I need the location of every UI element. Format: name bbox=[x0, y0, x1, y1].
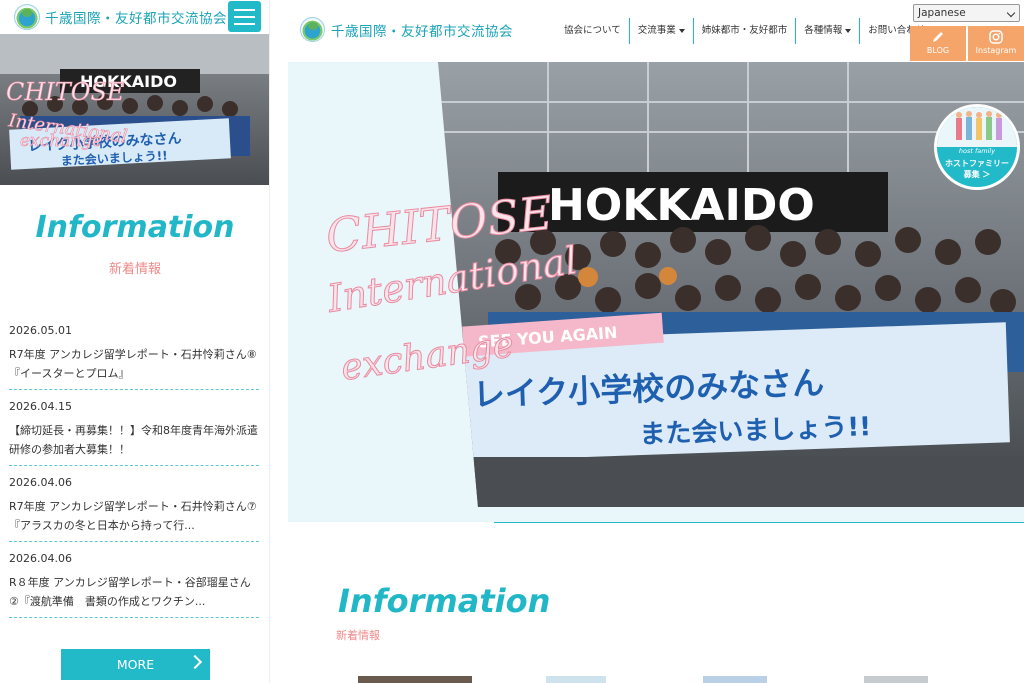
nav-item-about[interactable]: 協会について bbox=[556, 18, 629, 44]
more-button[interactable]: MORE bbox=[61, 649, 210, 680]
host-family-label: ホストファミリー 募集 ＞ bbox=[937, 158, 1017, 180]
site-name: 千歳国際・友好都市交流協会 bbox=[331, 23, 513, 40]
instagram-icon bbox=[989, 30, 1003, 44]
news-date: 2026.04.15 bbox=[9, 400, 72, 413]
nav-label: 交流事業 bbox=[637, 25, 676, 36]
news-item[interactable]: 2026.04.15 【締切延長・再募集！！】令和8年度青年海外派遣研修の参加者… bbox=[9, 400, 259, 466]
host-family-recruit-button[interactable]: host family ホストファミリー 募集 ＞ bbox=[934, 104, 1020, 190]
nav-label: 協会について bbox=[564, 25, 621, 36]
host-family-tagline: host family bbox=[958, 147, 996, 155]
hokkaido-sign-text: HOKKAIDO bbox=[548, 180, 815, 231]
news-date: 2026.04.06 bbox=[9, 476, 72, 489]
mobile-hero-text-3: exchange bbox=[20, 131, 102, 151]
news-item[interactable]: 2026.05.01 R7年度 アンカレジ留学レポート・石井怜莉さん⑧『イースタ… bbox=[9, 324, 259, 390]
more-button-label: MORE bbox=[116, 657, 155, 672]
news-thumbnail[interactable] bbox=[703, 676, 767, 683]
host-family-title: ホストファミリー bbox=[945, 159, 1009, 168]
news-item[interactable]: 2026.04.06 R８年度 アンカレジ留学レポート・谷部瑠星さん②『渡航準備… bbox=[9, 552, 259, 618]
news-title-link[interactable]: R7年度 アンカレジ留学レポート・石井怜莉さん⑧『イースターとプロム』 bbox=[9, 345, 259, 383]
association-logo-icon bbox=[300, 17, 325, 42]
news-date: 2026.05.01 bbox=[9, 324, 72, 337]
main-nav: 協会について 交流事業 姉妹都市・友好都市 各種情報 お問い合わせ bbox=[556, 18, 933, 44]
information-subheading: 新着情報 bbox=[336, 629, 380, 642]
news-title-link[interactable]: 【締切延長・再募集！！】令和8年度青年海外派遣研修の参加者大募集！！ bbox=[9, 421, 259, 459]
nav-label: 各種情報 bbox=[804, 25, 843, 36]
instagram-button[interactable]: Instagram bbox=[968, 26, 1024, 61]
language-select-value: Japanese bbox=[918, 7, 966, 19]
desktop-view: 千歳国際・友好都市交流協会 協会について 交流事業 姉妹都市・友好都市 各種情報… bbox=[288, 0, 1024, 683]
nav-item-exchange-programs[interactable]: 交流事業 bbox=[628, 18, 693, 44]
mobile-hero-image: HOKKAIDO レイク小学校のみなさん また会いましょう!! CHITOSE … bbox=[0, 34, 269, 185]
caret-down-icon bbox=[845, 28, 852, 33]
hamburger-menu-button[interactable] bbox=[228, 1, 261, 32]
blog-button[interactable]: BLOG bbox=[910, 26, 966, 61]
association-logo-icon[interactable] bbox=[14, 4, 40, 30]
host-family-cta: 募集 ＞ bbox=[963, 170, 991, 179]
language-select[interactable]: Japanese bbox=[913, 4, 1020, 22]
news-item[interactable]: 2026.04.06 R7年度 アンカレジ留学レポート・石井怜莉さん⑦『アラスカ… bbox=[9, 476, 259, 542]
site-logo-link[interactable]: 千歳国際・友好都市交流協会 bbox=[300, 17, 513, 42]
chevron-down-icon bbox=[1006, 8, 1016, 18]
information-heading: Information bbox=[338, 582, 551, 620]
nav-item-sister-cities[interactable]: 姉妹都市・友好都市 bbox=[692, 18, 796, 44]
mobile-information-heading: Information bbox=[35, 210, 235, 245]
news-date: 2026.04.06 bbox=[9, 552, 72, 565]
pencil-icon bbox=[933, 32, 943, 42]
nav-label: 姉妹都市・友好都市 bbox=[701, 25, 788, 36]
news-thumbnail[interactable] bbox=[546, 676, 606, 683]
site-name[interactable]: 千歳国際・友好都市交流協会 bbox=[45, 7, 227, 27]
mobile-preview-panel: 千歳国際・友好都市交流協会 HOKKAIDO レイク小学校のみなさん また会いま… bbox=[0, 0, 270, 683]
news-thumbnail[interactable] bbox=[358, 676, 472, 683]
hero-image: HOKKAIDO SEE YOU AGAIN レイク小学校のみなさん また会いま… bbox=[288, 62, 1024, 522]
news-title-link[interactable]: R８年度 アンカレジ留学レポート・谷部瑠星さん②『渡航準備 書類の作成とワクチン… bbox=[9, 573, 259, 611]
chevron-right-icon bbox=[187, 654, 203, 670]
caret-down-icon bbox=[678, 28, 685, 33]
blog-label: BLOG bbox=[926, 46, 950, 55]
news-thumbnail[interactable] bbox=[864, 676, 928, 683]
mobile-information-subheading: 新着情報 bbox=[108, 262, 161, 277]
instagram-label: Instagram bbox=[975, 46, 1017, 55]
news-title-link[interactable]: R7年度 アンカレジ留学レポート・石井怜莉さん⑦『アラスカの冬と日本から持って行… bbox=[9, 497, 259, 535]
nav-item-information[interactable]: 各種情報 bbox=[795, 18, 859, 44]
site-header: 千歳国際・友好都市交流協会 協会について 交流事業 姉妹都市・友好都市 各種情報… bbox=[288, 0, 1024, 62]
mobile-hero-text-1: CHITOSE bbox=[6, 78, 125, 106]
